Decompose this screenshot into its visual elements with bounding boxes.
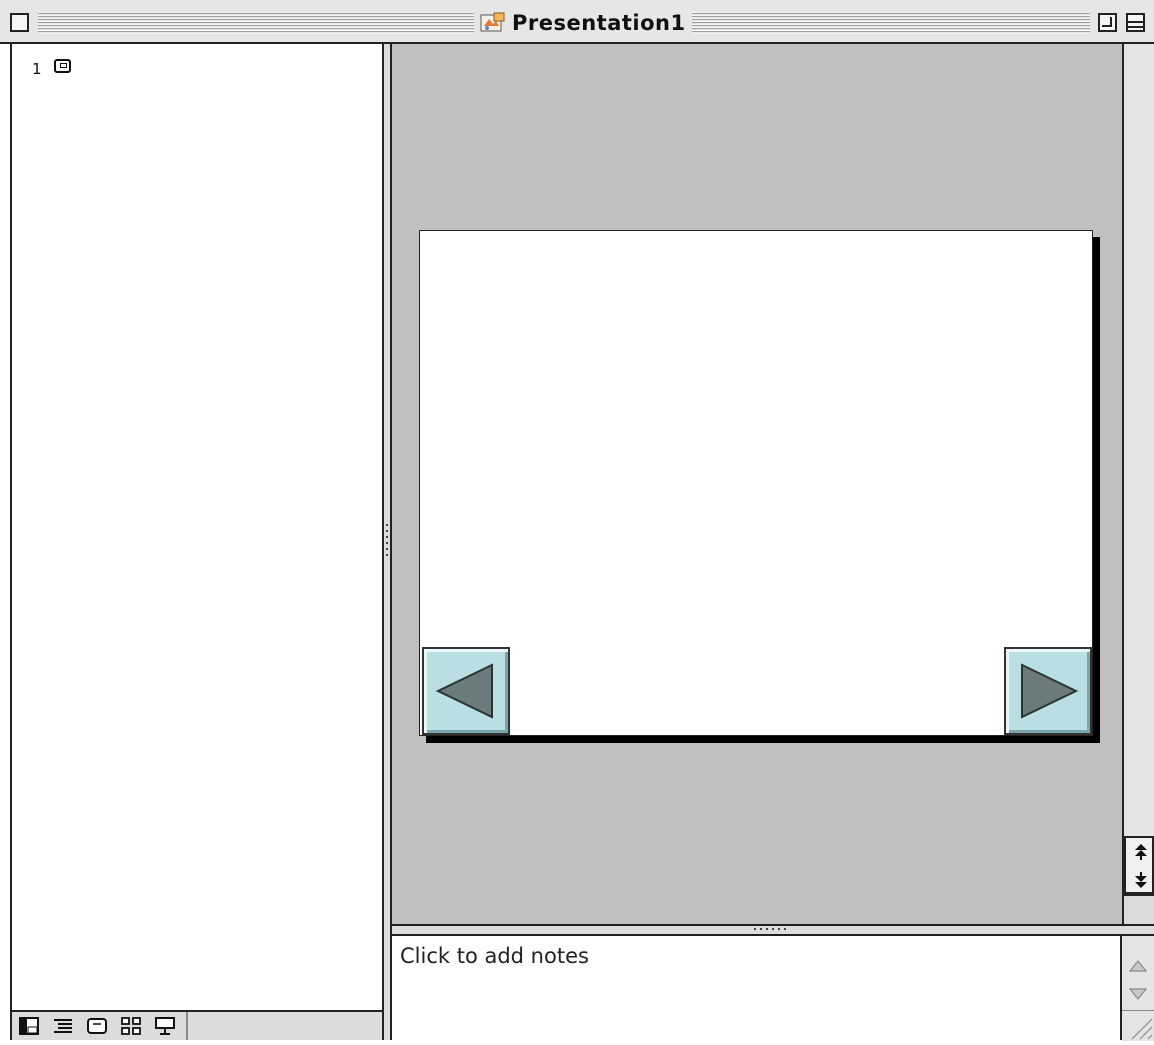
pane-splitter-horizontal[interactable]	[392, 924, 1154, 936]
slide-icon[interactable]	[54, 59, 71, 73]
title-bar-stripes-right	[690, 12, 1090, 34]
view-buttons-bar	[10, 1010, 382, 1040]
outline-pane[interactable]: 1	[10, 44, 382, 1010]
title-bar-stripes-left	[38, 12, 474, 34]
slide-canvas[interactable]	[419, 230, 1093, 736]
next-slide-button[interactable]	[1004, 647, 1092, 735]
normal-view-icon[interactable]	[18, 1015, 40, 1037]
notes-pane[interactable]: Click to add notes	[392, 936, 1120, 1040]
window-title-text: Presentation1	[512, 11, 686, 35]
resize-grip-icon[interactable]	[1122, 1010, 1154, 1041]
scroll-up-arrow-icon[interactable]	[1126, 956, 1150, 976]
scrollbar-corner	[1124, 894, 1154, 924]
page-scroll-buttons[interactable]	[1124, 836, 1154, 894]
view-bar-divider	[186, 1012, 188, 1040]
splitter-grip[interactable]	[386, 524, 388, 560]
window-title: Presentation1	[474, 8, 692, 38]
slide-show-icon[interactable]	[154, 1015, 176, 1037]
close-box-icon[interactable]	[10, 13, 29, 32]
splitter-grip[interactable]	[754, 928, 786, 930]
title-bar[interactable]: Presentation1	[0, 0, 1154, 44]
vertical-scrollbar[interactable]	[1122, 44, 1154, 924]
outline-slide-number: 1	[32, 60, 42, 78]
slide-sorter-view-icon[interactable]	[120, 1015, 142, 1037]
notes-scrollbar[interactable]	[1120, 936, 1154, 1041]
scroll-down-arrow-icon[interactable]	[1126, 984, 1150, 1004]
presentation-window: Presentation1 1 Click to add notes	[0, 0, 1154, 1041]
slide-editing-area[interactable]	[392, 44, 1122, 924]
left-arrow-icon	[435, 663, 493, 719]
zoom-box-icon[interactable]	[1098, 13, 1117, 32]
previous-slide-button[interactable]	[422, 647, 510, 735]
pane-splitter-vertical[interactable]	[382, 44, 392, 1040]
notes-placeholder[interactable]: Click to add notes	[400, 944, 589, 968]
powerpoint-document-icon	[480, 12, 506, 34]
outline-view-icon[interactable]	[52, 1015, 74, 1037]
right-arrow-icon	[1021, 663, 1079, 719]
slide-view-icon[interactable]	[86, 1015, 108, 1037]
collapse-box-icon[interactable]	[1126, 13, 1145, 32]
